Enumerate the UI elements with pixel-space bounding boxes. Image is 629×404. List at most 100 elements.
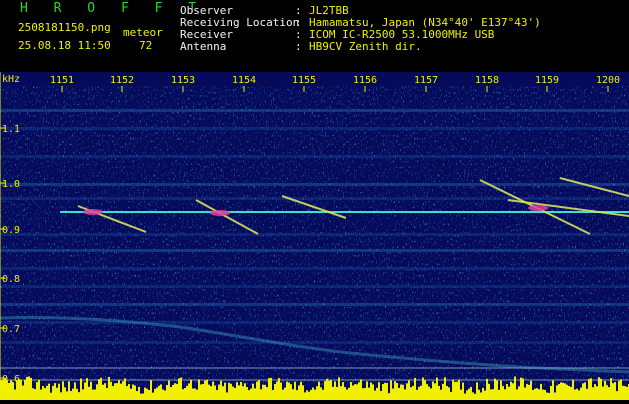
level-bar [268, 378, 270, 400]
level-bar [166, 384, 168, 400]
level-bar [228, 382, 230, 400]
level-bar [108, 376, 110, 400]
level-bar [102, 384, 104, 400]
level-bar [492, 389, 494, 400]
antenna-label: Antenna [180, 40, 227, 53]
level-bar [60, 392, 62, 400]
level-bar [118, 380, 120, 400]
level-bar [82, 389, 84, 400]
level-bar [566, 384, 568, 400]
level-bar [576, 388, 578, 400]
level-bar [192, 388, 194, 400]
level-bar [412, 385, 414, 400]
level-bar [74, 382, 76, 400]
level-bar [340, 386, 342, 400]
level-bar [306, 390, 308, 400]
level-bar [42, 385, 44, 400]
level-bar [304, 392, 306, 400]
level-bar [152, 392, 154, 400]
level-bar [106, 387, 108, 400]
level-bar [224, 382, 226, 400]
level-bar [242, 386, 244, 400]
level-bar [364, 387, 366, 400]
level-bar [452, 380, 454, 400]
level-bar [376, 387, 378, 400]
level-bar [124, 378, 126, 400]
level-bar [332, 386, 334, 400]
x-tick-label: 1151 [50, 75, 74, 86]
level-bar [456, 381, 458, 400]
level-bar [614, 381, 616, 400]
x-tick-label: 1159 [535, 75, 559, 86]
level-bar [598, 377, 600, 400]
level-bar [626, 386, 628, 400]
level-bar [548, 392, 550, 400]
level-bar [96, 384, 98, 400]
level-bar [296, 390, 298, 400]
level-bar [48, 383, 50, 400]
level-bar [58, 383, 60, 400]
level-bar [220, 380, 222, 400]
level-bar [98, 379, 100, 400]
level-bar [240, 381, 242, 400]
level-bar [596, 386, 598, 400]
level-bar [346, 389, 348, 400]
x-tick-label: 1155 [292, 75, 316, 86]
level-bar [524, 387, 526, 400]
level-bar [134, 385, 136, 400]
level-bar [158, 385, 160, 400]
level-bar [498, 389, 500, 400]
level-bar [170, 387, 172, 400]
level-bar [70, 390, 72, 400]
level-bar [178, 378, 180, 400]
level-bar [382, 384, 384, 400]
noise-band [0, 183, 629, 186]
level-bar [62, 381, 64, 400]
noise-band [0, 267, 629, 270]
level-bar [122, 381, 124, 400]
level-bar [624, 386, 626, 400]
level-bar [52, 385, 54, 400]
level-bar [432, 381, 434, 400]
level-bar [418, 386, 420, 400]
level-bar [562, 382, 564, 400]
level-bar [390, 380, 392, 400]
level-bar [184, 387, 186, 400]
level-bar [320, 387, 322, 400]
level-bar [494, 378, 496, 400]
level-bar [542, 389, 544, 400]
level-bar [182, 389, 184, 400]
level-bar [466, 390, 468, 400]
noise-band [0, 155, 629, 158]
level-bar [568, 385, 570, 400]
meteor-label: meteor [123, 26, 163, 39]
level-bar [478, 389, 480, 400]
level-bar [234, 387, 236, 400]
level-bar [120, 383, 122, 400]
y-tick-label: 1.1 [2, 124, 20, 135]
level-bar [356, 384, 358, 400]
level-bar [84, 382, 86, 400]
level-bar [520, 377, 522, 400]
level-bar [26, 376, 28, 400]
level-bar [286, 381, 288, 400]
level-bar [442, 383, 444, 400]
level-bar [104, 383, 106, 400]
level-bar [476, 382, 478, 400]
level-bar [502, 386, 504, 400]
level-bar [246, 387, 248, 400]
level-bar [560, 382, 562, 400]
level-bar [530, 380, 532, 400]
level-bar [616, 391, 618, 400]
level-bar [88, 386, 90, 400]
level-bar [554, 392, 556, 400]
level-bar [366, 381, 368, 400]
level-bar [606, 385, 608, 400]
level-bar [446, 385, 448, 400]
noise-band [0, 233, 629, 236]
level-bar [622, 385, 624, 400]
level-bar [430, 388, 432, 400]
level-bar [294, 381, 296, 400]
level-bar [198, 379, 200, 400]
level-bar [132, 384, 134, 400]
